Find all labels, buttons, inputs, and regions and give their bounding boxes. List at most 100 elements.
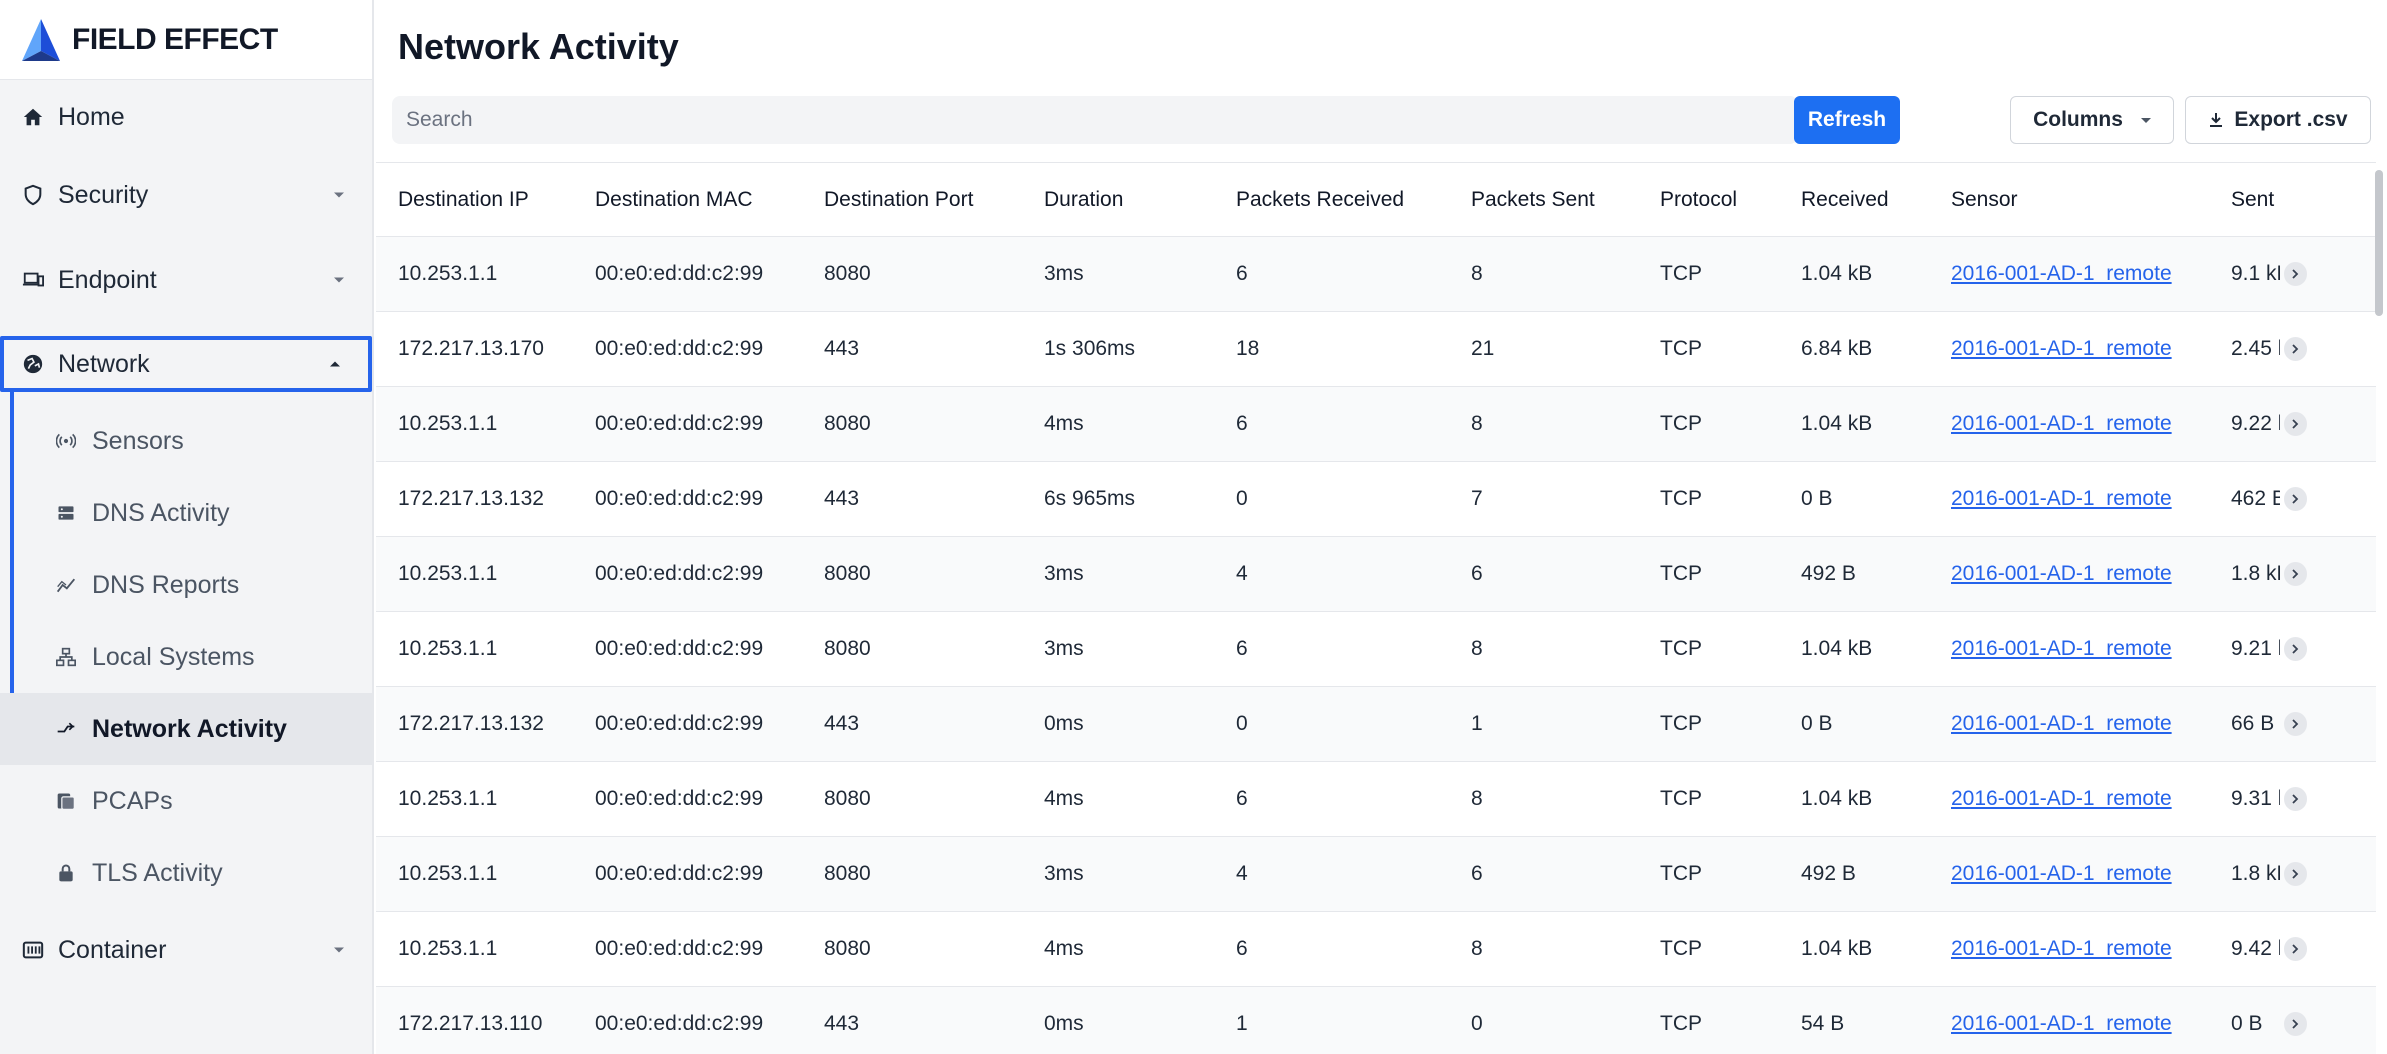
- table-cell: 6: [1471, 862, 1483, 885]
- sidebar-item-sensors[interactable]: Sensors: [0, 405, 372, 477]
- table-cell: 1.04 kB: [1801, 637, 1873, 660]
- sensor-link[interactable]: 2016-001-AD-1_remote: [1951, 562, 2172, 585]
- sidebar-item-network-activity[interactable]: Network Activity: [0, 693, 372, 765]
- column-header[interactable]: Duration: [1044, 188, 1236, 212]
- sensor-link[interactable]: 2016-001-AD-1_remote: [1951, 412, 2172, 435]
- table-cell: 443: [824, 337, 860, 360]
- sensor-link[interactable]: 2016-001-AD-1_remote: [1951, 712, 2172, 735]
- chevron-right-icon[interactable]: [2283, 787, 2307, 811]
- column-header[interactable]: Destination MAC: [595, 188, 824, 212]
- chevron-right-icon[interactable]: [2283, 262, 2307, 286]
- brand-logo[interactable]: FIELD EFFECT: [0, 0, 372, 80]
- table-row[interactable]: 10.253.1.1 00:e0:ed:dd:c2:99 8080 3ms 6 8 TCP 1…: [376, 237, 2376, 312]
- table-cell: 8080: [824, 787, 871, 810]
- sent-cell: 2.45 k: [2231, 337, 2307, 361]
- chevron-right-icon[interactable]: [2283, 337, 2307, 361]
- table-cell: 6s 965ms: [1044, 487, 1136, 510]
- sensor-link[interactable]: 2016-001-AD-1_remote: [1951, 262, 2172, 285]
- sidebar-item-label: Endpoint: [58, 265, 157, 294]
- chevron-right-icon[interactable]: [2283, 412, 2307, 436]
- table-row[interactable]: 10.253.1.1 00:e0:ed:dd:c2:99 8080 3ms 4 6 TCP 4…: [376, 837, 2376, 912]
- table-row[interactable]: 172.217.13.132 00:e0:ed:dd:c2:99 443 0ms 0 1 T…: [376, 687, 2376, 762]
- column-header[interactable]: Protocol: [1660, 188, 1801, 212]
- chevron-down-icon: [334, 277, 344, 283]
- table-cell: 00:e0:ed:dd:c2:99: [595, 862, 764, 885]
- table-cell: 8080: [824, 937, 871, 960]
- download-icon: [2208, 112, 2224, 128]
- sensor-cell: 2016-001-AD-1_remote: [1951, 637, 2231, 661]
- chevron-right-icon[interactable]: [2283, 562, 2307, 586]
- table-cell: 10.253.1.1: [398, 412, 498, 435]
- sidebar-item-security[interactable]: Security: [0, 160, 372, 230]
- column-header[interactable]: Sent: [2231, 188, 2307, 212]
- sidebar-item-local-systems[interactable]: Local Systems: [0, 621, 372, 693]
- table-cell: 10.253.1.1: [398, 862, 498, 885]
- sensor-link[interactable]: 2016-001-AD-1_remote: [1951, 1012, 2172, 1035]
- table-row[interactable]: 10.253.1.1 00:e0:ed:dd:c2:99 8080 3ms 4 6 TCP 4…: [376, 537, 2376, 612]
- sidebar-item-container[interactable]: Container: [0, 915, 372, 985]
- table-row[interactable]: 10.253.1.1 00:e0:ed:dd:c2:99 8080 4ms 6 8 TCP 1…: [376, 912, 2376, 987]
- sensor-link[interactable]: 2016-001-AD-1_remote: [1951, 862, 2172, 885]
- sidebar-item-tls-activity[interactable]: TLS Activity: [0, 837, 372, 909]
- chevron-right-icon[interactable]: [2283, 637, 2307, 661]
- table-cell: 443: [824, 1012, 860, 1035]
- chevron-right-icon[interactable]: [2283, 862, 2307, 886]
- sidebar-item-network[interactable]: Network: [0, 336, 372, 392]
- sidebar-item-pcaps[interactable]: PCAPs: [0, 765, 372, 837]
- brand-name: FIELD EFFECT: [72, 22, 278, 56]
- file-stack-icon: [56, 791, 92, 811]
- sent-cell: 66 B: [2231, 712, 2307, 736]
- table-cell: 00:e0:ed:dd:c2:99: [595, 787, 764, 810]
- table-cell: 00:e0:ed:dd:c2:99: [595, 712, 764, 735]
- columns-button-label: Columns: [2033, 108, 2123, 131]
- table-row[interactable]: 10.253.1.1 00:e0:ed:dd:c2:99 8080 4ms 6 8 TCP 1…: [376, 762, 2376, 837]
- table-cell: 54 B: [1801, 1012, 1845, 1035]
- sent-value: 9.21 k: [2231, 637, 2280, 660]
- chevron-right-icon[interactable]: [2283, 937, 2307, 961]
- sidebar-item-dns-activity[interactable]: DNS Activity: [0, 477, 372, 549]
- sensor-cell: 2016-001-AD-1_remote: [1951, 787, 2231, 811]
- sensor-link[interactable]: 2016-001-AD-1_remote: [1951, 487, 2172, 510]
- chart-line-icon: [56, 575, 92, 595]
- table-cell: 8: [1471, 787, 1483, 810]
- sensor-link[interactable]: 2016-001-AD-1_remote: [1951, 787, 2172, 810]
- column-header[interactable]: Destination IP: [376, 188, 595, 212]
- column-header[interactable]: Packets Received: [1236, 188, 1471, 212]
- export-csv-button[interactable]: Export .csv: [2185, 96, 2371, 144]
- sent-value: 0 B: [2231, 1012, 2263, 1035]
- sensor-cell: 2016-001-AD-1_remote: [1951, 712, 2231, 736]
- search-input[interactable]: [392, 96, 1798, 144]
- column-header[interactable]: Received: [1801, 188, 1951, 212]
- column-header[interactable]: Destination Port: [824, 188, 1044, 212]
- table-row[interactable]: 10.253.1.1 00:e0:ed:dd:c2:99 8080 4ms 6 8 TCP 1…: [376, 387, 2376, 462]
- sent-value: 66 B: [2231, 712, 2275, 735]
- columns-button[interactable]: Columns: [2010, 96, 2174, 144]
- sensor-link[interactable]: 2016-001-AD-1_remote: [1951, 937, 2172, 960]
- sensor-link[interactable]: 2016-001-AD-1_remote: [1951, 337, 2172, 360]
- table-row[interactable]: 172.217.13.110 00:e0:ed:dd:c2:99 443 0ms 1 0 T…: [376, 987, 2376, 1054]
- table-cell: 8080: [824, 637, 871, 660]
- table-cell: TCP: [1660, 562, 1702, 585]
- table-cell: 0 B: [1801, 487, 1833, 510]
- column-header[interactable]: Sensor: [1951, 188, 2231, 212]
- table-row[interactable]: 172.217.13.170 00:e0:ed:dd:c2:99 443 1s 306…: [376, 312, 2376, 387]
- refresh-button[interactable]: Refresh: [1794, 96, 1900, 144]
- sidebar-item-label: Local Systems: [92, 642, 255, 671]
- chevron-right-icon[interactable]: [2283, 487, 2307, 511]
- sidebar-item-endpoint[interactable]: Endpoint: [0, 245, 372, 315]
- chevron-right-icon[interactable]: [2283, 1012, 2307, 1036]
- table-cell: 6: [1236, 412, 1248, 435]
- table-cell: 8: [1471, 937, 1483, 960]
- vertical-scrollbar[interactable]: [2375, 170, 2383, 316]
- table-row[interactable]: 10.253.1.1 00:e0:ed:dd:c2:99 8080 3ms 6 8 TCP 1…: [376, 612, 2376, 687]
- table-cell: 492 B: [1801, 862, 1856, 885]
- table-row[interactable]: 172.217.13.132 00:e0:ed:dd:c2:99 443 6s 965…: [376, 462, 2376, 537]
- sensor-link[interactable]: 2016-001-AD-1_remote: [1951, 637, 2172, 660]
- table-cell: TCP: [1660, 937, 1702, 960]
- column-header[interactable]: Packets Sent: [1471, 188, 1660, 212]
- sidebar-item-dns-reports[interactable]: DNS Reports: [0, 549, 372, 621]
- sidebar-item-home[interactable]: Home: [0, 82, 372, 152]
- sent-value: 9.42 k: [2231, 937, 2280, 960]
- chevron-right-icon[interactable]: [2283, 712, 2307, 736]
- sent-value: 1.8 kB: [2231, 862, 2280, 885]
